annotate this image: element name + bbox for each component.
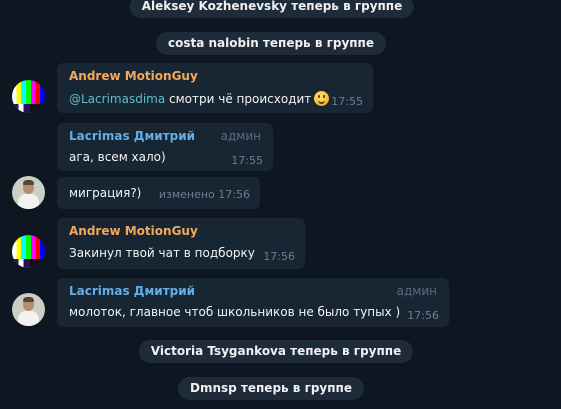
user-photo-avatar-icon — [12, 176, 45, 209]
message-text-body: смотри чё происходит — [165, 92, 312, 106]
sender-name[interactable]: Lacrimas Дмитрий — [69, 129, 195, 143]
message-bubble[interactable]: миграция?) изменено 17:56 — [57, 177, 260, 209]
avatar-andrew-motionguy[interactable] — [12, 80, 45, 113]
color-bars-avatar-icon — [12, 80, 45, 113]
message-bubble[interactable]: Andrew MotionGuy @Lacrimasdima смотри чё… — [57, 63, 373, 113]
chat-history: Aleksey Kozhenevsky теперь в группе cost… — [0, 0, 561, 409]
service-message-costa-joined: costa nalobin теперь в группе — [156, 32, 386, 55]
sender-name[interactable]: Lacrimas Дмитрий — [69, 284, 195, 298]
color-bars-avatar-icon — [12, 235, 45, 268]
service-message-dmnsp-joined: Dmnsp теперь в группе — [178, 377, 364, 400]
message-time: 17:55 — [331, 95, 363, 108]
message-text: миграция?) — [69, 186, 142, 200]
message-text: молоток, главное чтоб школьников не было… — [69, 305, 401, 319]
message-text: Закинул твой чат в подборку — [69, 246, 255, 260]
service-message-aleksey-joined: Aleksey Kozhenevsky теперь в группе — [129, 0, 415, 18]
message-text: ага, всем хало) — [69, 150, 166, 164]
message-bubble[interactable]: Lacrimas Дмитрий админ молоток, главное … — [57, 278, 449, 327]
message-time: 17:56 — [263, 250, 295, 263]
message-bubble[interactable]: Lacrimas Дмитрий админ ага, всем хало) 1… — [57, 123, 273, 171]
admin-badge: админ — [396, 284, 437, 298]
user-photo-avatar-icon — [12, 293, 45, 326]
avatar-lacrimas[interactable] — [12, 176, 45, 209]
sender-name[interactable]: Andrew MotionGuy — [69, 69, 198, 83]
message-text: @Lacrimasdima смотри чё происходит — [69, 91, 330, 106]
message-edited-time: изменено 17:56 — [158, 188, 250, 201]
mention-link[interactable]: @Lacrimasdima — [69, 92, 165, 106]
message-time: 17:55 — [231, 154, 263, 167]
message-time: 17:56 — [407, 309, 439, 322]
service-message-victoria-joined: Victoria Tsygankova теперь в группе — [138, 340, 414, 363]
sender-name[interactable]: Andrew MotionGuy — [69, 224, 198, 238]
message-bubble[interactable]: Andrew MotionGuy Закинул твой чат в подб… — [57, 218, 305, 269]
avatar-lacrimas[interactable] — [12, 293, 45, 326]
smiling-face-icon — [314, 91, 330, 106]
admin-badge: админ — [220, 129, 261, 143]
avatar-andrew-motionguy[interactable] — [12, 235, 45, 268]
